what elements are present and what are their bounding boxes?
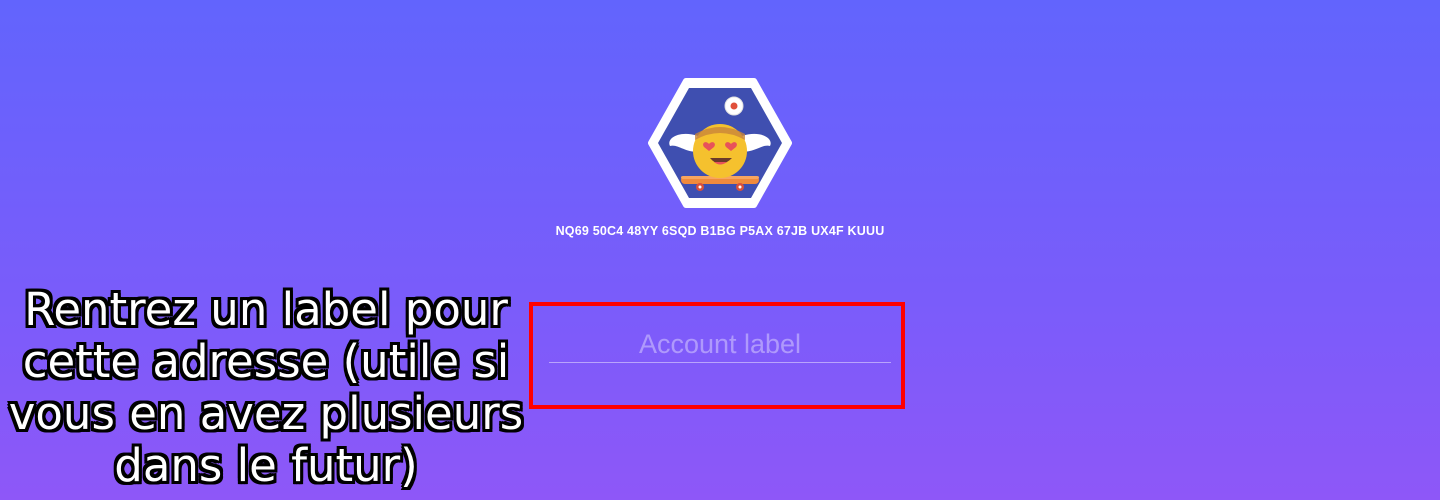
identicon-avatar-icon xyxy=(648,78,792,208)
account-address: NQ69 50C4 48YY 6SQD B1BG P5AX 67JB UX4F … xyxy=(555,224,885,238)
annotation-callout: Rentrez un label pour cette adresse (uti… xyxy=(8,283,524,492)
identicon-svg xyxy=(648,78,792,208)
account-label-input[interactable] xyxy=(549,326,891,363)
